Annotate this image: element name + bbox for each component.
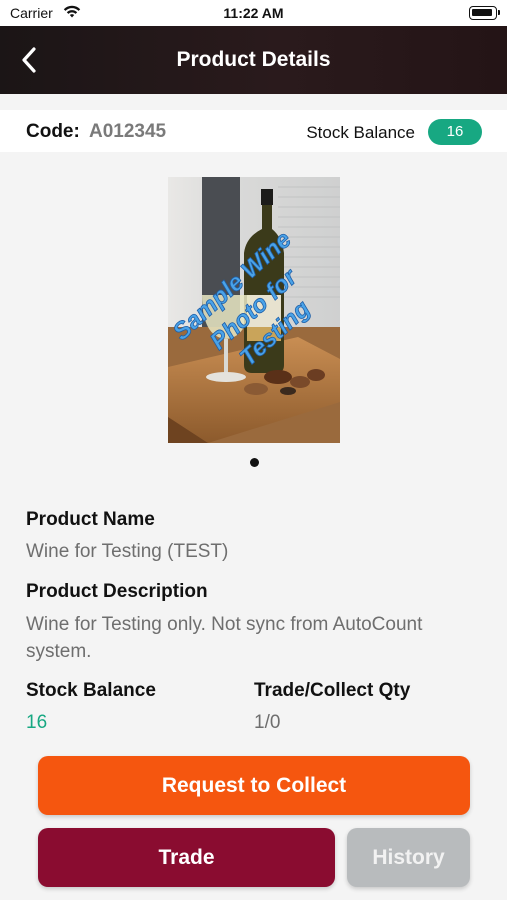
trade-collect-qty-label: Trade/Collect Qty [254,680,411,701]
trade-button[interactable]: Trade [38,828,335,887]
clock: 11:22 AM [223,5,284,21]
stock-balance-label: Stock Balance [306,123,415,142]
image-page-indicator[interactable] [250,458,259,467]
wine-photo: Sample Wine Photo for Testing [168,177,340,443]
product-description-label: Product Description [26,581,208,602]
trade-collect-qty-value: 1/0 [254,712,281,733]
code-value: A012345 [89,121,167,142]
battery-icon [469,6,500,20]
stock-balance-field-value: 16 [26,712,48,733]
history-button[interactable]: History [347,828,470,887]
page-title: Product Details [176,48,331,71]
request-to-collect-button[interactable]: Request to Collect [38,756,470,815]
product-name-label: Product Name [26,509,155,530]
code-bar: Code: A012345 Stock Balance 16 [0,110,507,152]
status-bar: Carrier 11:22 AM [0,0,507,26]
product-image[interactable]: Sample Wine Photo for Testing [168,177,340,443]
product-description-value: Wine for Testing only. Not sync from Aut… [26,614,423,662]
stock-balance-field-label: Stock Balance [26,680,156,701]
code-label: Code: [26,121,80,142]
nav-bar: Product Details [0,26,507,94]
product-name-value: Wine for Testing (TEST) [26,541,229,562]
stock-balance-badge: 16 [428,119,482,145]
